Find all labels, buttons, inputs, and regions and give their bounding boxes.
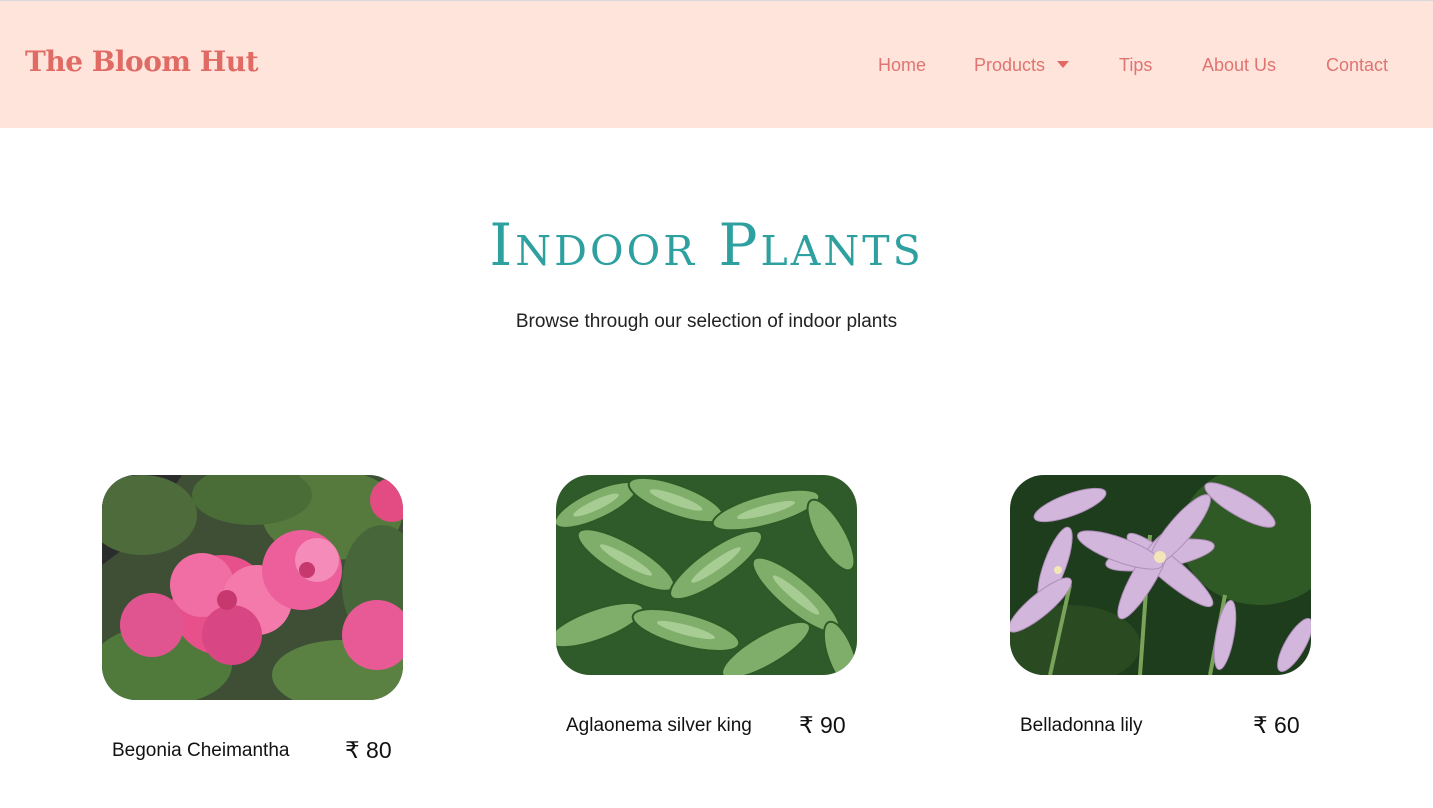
nav-products-link[interactable]: Products <box>974 55 1070 75</box>
product-image-begonia[interactable] <box>102 475 403 700</box>
nav-home-link[interactable]: Home <box>878 55 926 75</box>
page-subtitle: Browse through our selection of indoor p… <box>515 311 898 332</box>
site-logo[interactable]: The Bloom Hut <box>25 45 259 78</box>
product-price: ₹ 80 <box>345 737 392 763</box>
product-image-aglaonema[interactable] <box>556 475 857 675</box>
product-name[interactable]: Begonia Cheimantha <box>112 740 289 762</box>
product-image-belladonna-lily[interactable] <box>1010 475 1311 675</box>
product-name[interactable]: Aglaonema silver king <box>566 715 752 737</box>
nav-contact-link[interactable]: Contact <box>1326 55 1388 75</box>
site-header: The Bloom Hut Home Products Tips About U… <box>0 1 1433 128</box>
product-price: ₹ 60 <box>1253 712 1300 738</box>
product-name[interactable]: Belladonna lily <box>1020 715 1143 737</box>
nav-about-link[interactable]: About Us <box>1202 55 1276 75</box>
caret-down-icon[interactable] <box>1057 61 1070 68</box>
product-price: ₹ 90 <box>799 712 846 738</box>
nav-products-label: Products <box>974 55 1046 75</box>
nav-tips-link[interactable]: Tips <box>1119 55 1152 75</box>
page-title: Indoor Plants <box>489 211 924 279</box>
